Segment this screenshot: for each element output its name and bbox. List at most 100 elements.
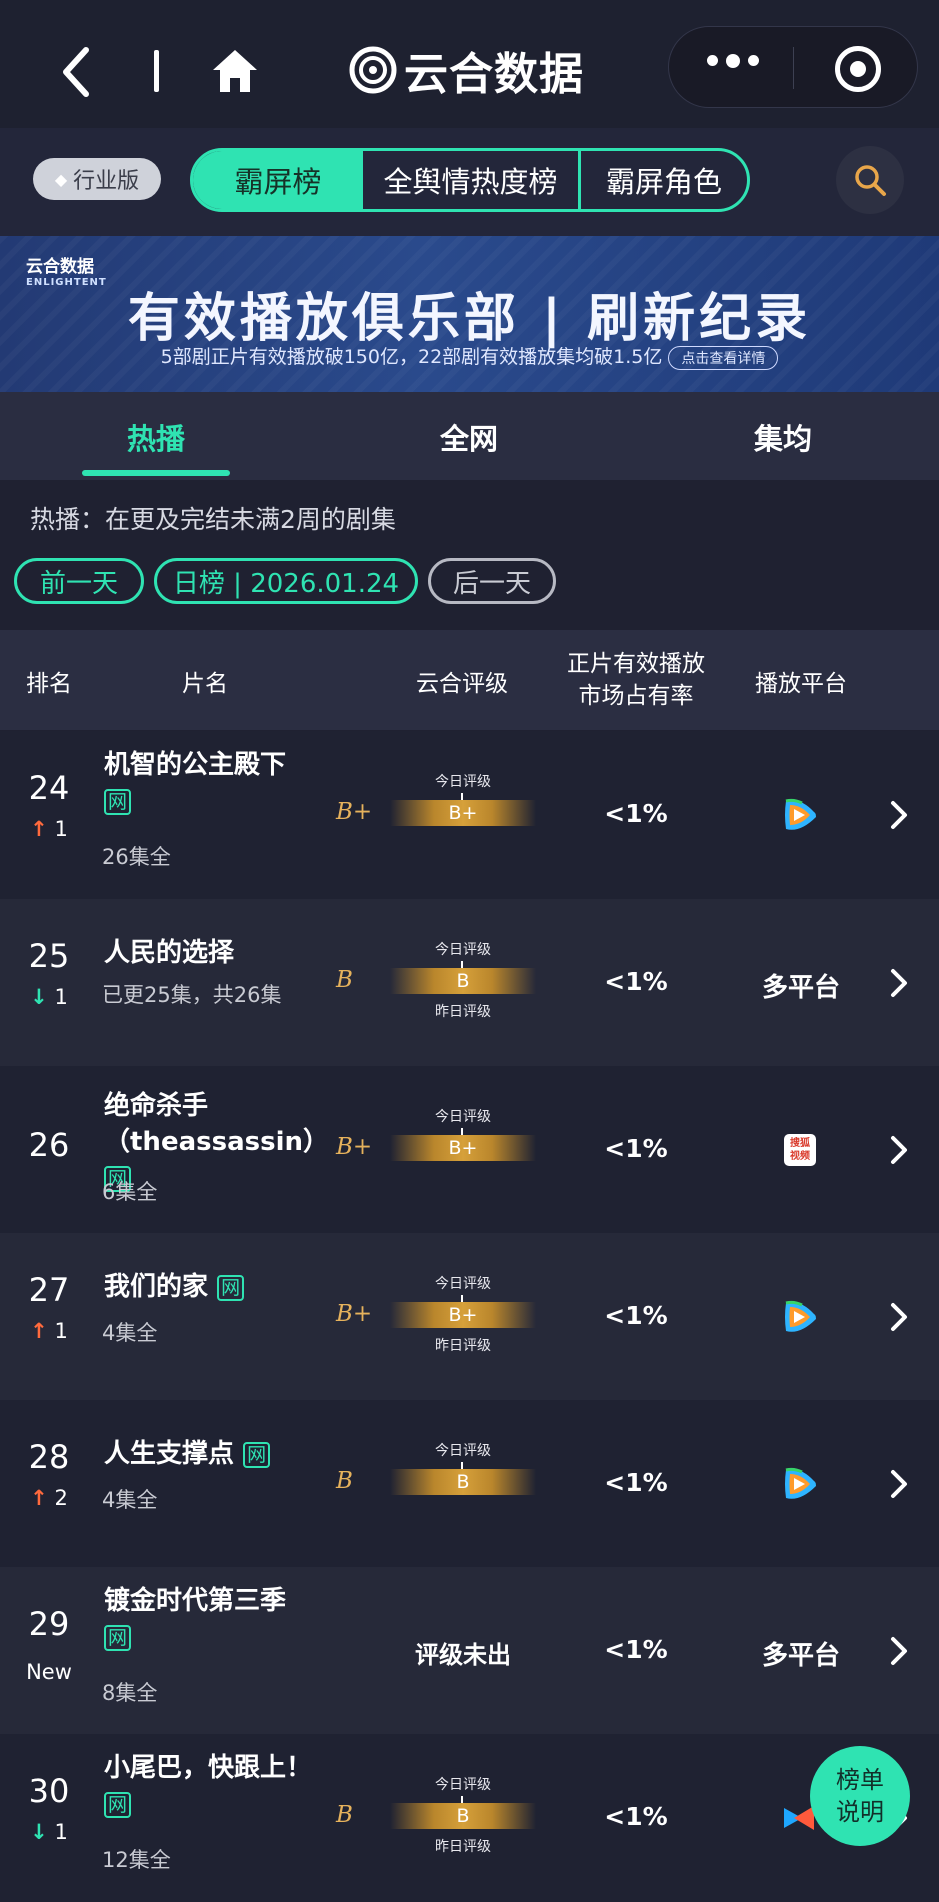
tab-bapingbang[interactable]: 霸屏榜 bbox=[193, 151, 363, 209]
market-share: <1% bbox=[604, 799, 668, 828]
network-drama-tag: 网 bbox=[104, 788, 132, 815]
back-button[interactable] bbox=[58, 44, 98, 100]
col-platform: 播放平台 bbox=[755, 671, 847, 697]
rank-change-arrow: ↑ bbox=[30, 817, 48, 841]
tab-per-episode[interactable]: 集均 bbox=[754, 416, 812, 458]
drama-title[interactable]: 人民的选择 bbox=[104, 935, 314, 971]
rank-number: 29 bbox=[28, 1605, 70, 1643]
tab-all-network[interactable]: 全网 bbox=[440, 416, 498, 458]
date-selector[interactable]: 日榜 | 2026.01.24 bbox=[154, 558, 418, 604]
more-icon[interactable] bbox=[707, 54, 759, 68]
episode-info: 已更25集，共26集 bbox=[102, 983, 282, 1007]
market-share: <1% bbox=[604, 1635, 668, 1664]
list-description: 热播：在更及完结未满2周的剧集 bbox=[30, 505, 396, 534]
chevron-right-icon[interactable] bbox=[888, 1469, 910, 1499]
rank-change: ↑ 2 bbox=[30, 1486, 68, 1510]
rank-number: 28 bbox=[28, 1438, 70, 1476]
network-drama-tag: 网 bbox=[243, 1441, 271, 1468]
episode-info: 4集全 bbox=[102, 1321, 158, 1345]
active-tab-indicator bbox=[82, 470, 230, 476]
today-grade-label: 今日评级 bbox=[435, 1109, 491, 1125]
col-rank: 排名 bbox=[26, 671, 72, 697]
home-icon bbox=[213, 50, 257, 92]
today-grade-label: 今日评级 bbox=[435, 774, 491, 790]
table-row[interactable]: 26 绝命杀手（theassassin） 网 6集全 B+ 今日评级 B+ <1% 搜狐 视频 bbox=[0, 1066, 939, 1234]
grade-bar: B bbox=[390, 1469, 536, 1495]
grade-unrated: 评级未出 bbox=[415, 1641, 511, 1669]
drama-title[interactable]: 机智的公主殿下 网 bbox=[104, 747, 314, 819]
col-share: 正片有效播放 市场占有率 bbox=[567, 651, 705, 709]
promo-banner[interactable]: 云合数据 ENLIGHTENT 有效播放俱乐部 | 刷新纪录 5部剧正片有效播放破… bbox=[0, 236, 939, 392]
rank-change: ↓ 1 bbox=[30, 1820, 68, 1844]
sohu-video-icon: 搜狐 视频 bbox=[784, 1134, 816, 1166]
chevron-right-icon[interactable] bbox=[888, 1636, 910, 1666]
table-row[interactable]: 28 ↑ 2 人生支撑点 网 4集全 B 今日评级 B <1% bbox=[0, 1400, 939, 1568]
tencent-video-icon bbox=[785, 1467, 816, 1499]
platform-label: 多平台 bbox=[761, 973, 840, 1003]
table-row[interactable]: 25 ↓ 1 人民的选择 已更25集，共26集 B 今日评级 B 昨日评级 <1% 多平台 bbox=[0, 899, 939, 1067]
episode-info: 26集全 bbox=[102, 845, 171, 869]
rank-number: 26 bbox=[28, 1126, 70, 1164]
drama-title[interactable]: 人生支撑点 网 bbox=[104, 1436, 314, 1472]
drama-title[interactable]: 小尾巴，快跟上！ 网 bbox=[104, 1750, 314, 1822]
rank-number: 30 bbox=[28, 1772, 70, 1810]
table-row[interactable]: 30 ↓ 1 小尾巴，快跟上！ 网 12集全 B 今日评级 B 昨日评级 <1% bbox=[0, 1734, 939, 1902]
rank-number: 24 bbox=[28, 769, 70, 807]
table-header: 排名 片名 云合评级 正片有效播放 市场占有率 播放平台 bbox=[0, 630, 939, 730]
board-tab-row: ◆ 行业版 霸屏榜 全舆情热度榜 霸屏角色 bbox=[0, 128, 939, 236]
chevron-right-icon[interactable] bbox=[888, 800, 910, 830]
drama-title[interactable]: 镀金时代第三季 网 bbox=[104, 1583, 314, 1655]
search-button[interactable] bbox=[836, 146, 904, 214]
prev-day-button[interactable]: 前一天 bbox=[14, 558, 144, 604]
chevron-left-icon bbox=[63, 47, 89, 97]
grade-value: B+ bbox=[336, 799, 373, 825]
network-drama-tag: 网 bbox=[104, 1624, 132, 1651]
rank-change-arrow: ↑ bbox=[30, 1486, 48, 1510]
home-button[interactable] bbox=[210, 46, 260, 96]
grade-value: B bbox=[336, 1802, 353, 1828]
grade-bar: B bbox=[390, 968, 536, 994]
network-drama-tag: 网 bbox=[217, 1274, 245, 1301]
tencent-video-icon bbox=[785, 1300, 816, 1332]
rank-change-arrow: ↓ bbox=[30, 985, 48, 1009]
banner-cta[interactable]: 点击查看详情 bbox=[668, 345, 779, 370]
miniapp-capsule bbox=[668, 26, 918, 108]
next-day-button[interactable]: 后一天 bbox=[428, 558, 556, 604]
chevron-right-icon[interactable] bbox=[888, 1135, 910, 1165]
today-grade-label: 今日评级 bbox=[435, 942, 491, 958]
col-title: 片名 bbox=[182, 671, 228, 697]
app-title: 云合数据 bbox=[404, 49, 584, 100]
chevron-right-icon[interactable] bbox=[888, 968, 910, 998]
grade-value: B+ bbox=[336, 1301, 373, 1327]
list-explanation-button[interactable]: 榜单 说明 bbox=[810, 1746, 910, 1846]
rank-number: 25 bbox=[28, 937, 70, 975]
table-row[interactable]: 24 ↑ 1 机智的公主殿下 网 26集全 B+ 今日评级 B+ <1% bbox=[0, 731, 939, 899]
drama-title[interactable]: 我们的家 网 bbox=[104, 1269, 314, 1305]
rank-change-arrow: ↑ bbox=[30, 1319, 48, 1343]
grade-value: B+ bbox=[336, 1134, 373, 1160]
rank-change: ↓ 1 bbox=[30, 985, 68, 1009]
table-row[interactable]: 29 New 镀金时代第三季 网 8集全 评级未出 <1% 多平台 bbox=[0, 1567, 939, 1735]
edition-badge[interactable]: ◆ 行业版 bbox=[33, 158, 161, 200]
grade-value: B bbox=[336, 967, 353, 993]
table-row[interactable]: 27 ↑ 1 我们的家 网 4集全 B+ 今日评级 B+ 昨日评级 <1% bbox=[0, 1233, 939, 1401]
today-grade-label: 今日评级 bbox=[435, 1777, 491, 1793]
episode-info: 4集全 bbox=[102, 1488, 158, 1512]
search-icon bbox=[855, 165, 886, 196]
episode-info: 8集全 bbox=[102, 1681, 158, 1705]
yesterday-grade-label: 昨日评级 bbox=[435, 1004, 491, 1020]
grade-bar: B+ bbox=[390, 800, 536, 826]
yesterday-grade-label: 昨日评级 bbox=[435, 1338, 491, 1354]
chevron-right-icon[interactable] bbox=[888, 1302, 910, 1332]
today-grade-label: 今日评级 bbox=[435, 1276, 491, 1292]
close-miniapp-icon[interactable] bbox=[835, 46, 881, 92]
rank-change: New bbox=[26, 1660, 72, 1684]
market-share: <1% bbox=[604, 1134, 668, 1163]
rank-change-arrow: ↓ bbox=[30, 1820, 48, 1844]
tab-hot[interactable]: 热播 bbox=[127, 416, 185, 458]
tab-public-opinion[interactable]: 全舆情热度榜 bbox=[363, 151, 581, 209]
tab-roles[interactable]: 霸屏角色 bbox=[581, 151, 747, 209]
rank-number: 27 bbox=[28, 1271, 70, 1309]
today-grade-label: 今日评级 bbox=[435, 1443, 491, 1459]
grade-bar: B+ bbox=[390, 1302, 536, 1328]
